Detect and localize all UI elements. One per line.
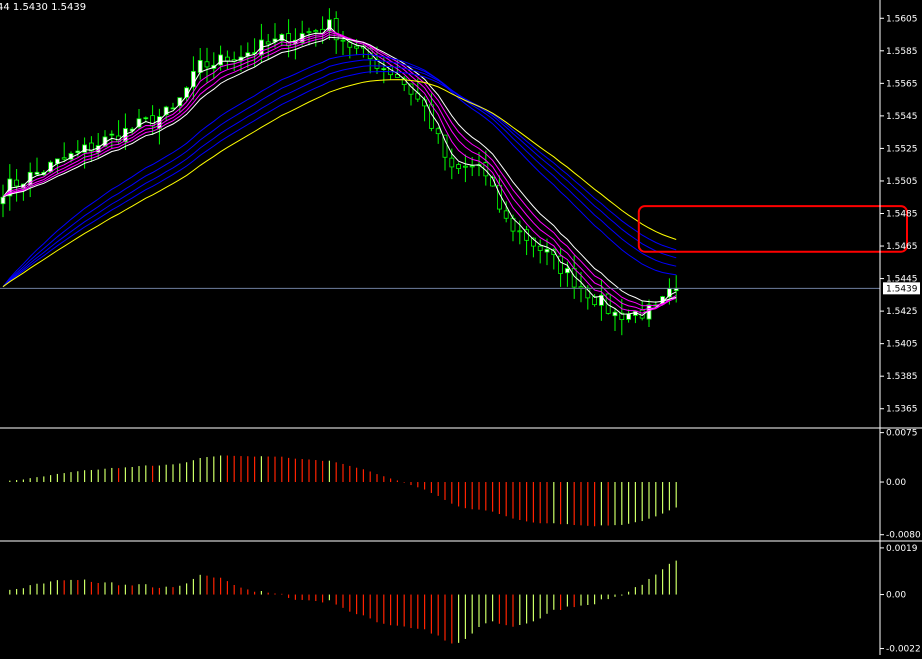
candle-body <box>544 248 550 253</box>
candle-body <box>469 165 475 168</box>
candle-body <box>286 33 292 47</box>
price-tick-label: 1.5545 <box>886 112 918 122</box>
price-tick-label: 1.5525 <box>886 144 918 154</box>
candle-body <box>313 30 319 33</box>
candle-body <box>503 210 509 219</box>
chart-canvas[interactable]: 1.5605 1.5585 1.5565 1.5545 1.5525 1.5505 1.54… <box>0 0 922 655</box>
candle-body <box>224 56 230 62</box>
price-tick-label: 1.5465 <box>886 242 918 252</box>
candle-body <box>462 165 468 168</box>
price-tick-label: 1.5365 <box>886 405 918 415</box>
osc2-tick-label: -0.0022 <box>886 645 921 655</box>
candle-body <box>381 68 387 71</box>
price-tick-label: 1.5565 <box>886 79 918 89</box>
price-tick-label: 1.5605 <box>886 14 918 24</box>
candle-body <box>456 164 462 169</box>
current-price-label: 1.5439 <box>886 284 918 294</box>
candle-body <box>34 171 40 175</box>
candle-body <box>558 255 563 274</box>
candle-body <box>204 61 210 68</box>
ohlc-readout: 44 1.5430 1.5439 <box>0 2 86 13</box>
price-tick-label: 1.5405 <box>886 340 918 350</box>
osc2-tick-label: 0.0019 <box>886 544 918 554</box>
candle-body <box>537 245 543 251</box>
trading-chart-window[interactable]: 1.5605 1.5585 1.5565 1.5545 1.5525 1.5505 1.54… <box>0 0 922 655</box>
price-tick-label: 1.5385 <box>886 372 918 382</box>
osc1-tick-label: -0.0080 <box>886 531 921 541</box>
candle-body <box>14 179 20 187</box>
candle-body <box>442 134 448 158</box>
candle-body <box>340 39 346 42</box>
candle-body <box>109 133 115 136</box>
candle-body <box>592 296 597 306</box>
candle-body <box>265 41 271 45</box>
candle-body <box>197 60 203 73</box>
candle-body <box>143 117 149 120</box>
price-tick-label: 1.5485 <box>886 210 918 220</box>
price-tick-label: 1.5425 <box>886 307 918 317</box>
candle-body <box>354 45 360 49</box>
candle-body <box>612 311 618 317</box>
candle-body <box>517 230 523 233</box>
price-tick-label: 1.5505 <box>886 177 918 187</box>
candle-body <box>61 157 67 160</box>
osc1-tick-label: 0.0075 <box>886 429 918 439</box>
candle-body <box>435 128 441 135</box>
candle-body <box>150 115 156 127</box>
candle-body <box>82 144 87 153</box>
candle-body <box>496 184 502 210</box>
candle-body <box>306 31 312 34</box>
price-tick-label: 1.5585 <box>886 47 918 57</box>
candle-body <box>646 304 652 320</box>
candle-body <box>565 268 570 274</box>
candle-body <box>626 313 631 320</box>
osc2-tick-label: 0.00 <box>886 591 906 601</box>
candle-body <box>75 150 81 154</box>
candle-body <box>449 157 455 168</box>
candle-body <box>218 54 224 66</box>
candle-body <box>0 196 6 205</box>
candle-body <box>279 34 285 42</box>
candle-body <box>333 18 339 41</box>
osc1-tick-label: 0.00 <box>886 478 906 488</box>
